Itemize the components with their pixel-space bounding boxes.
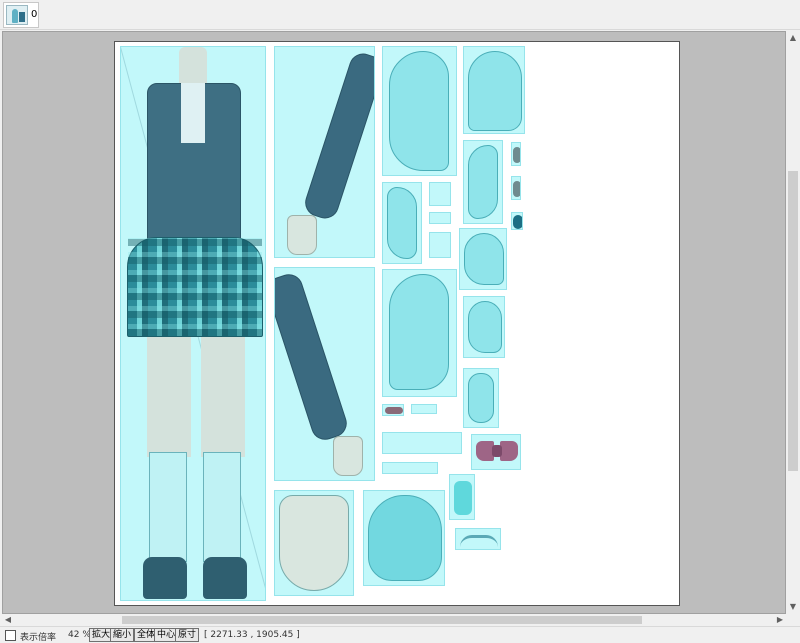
part-brow[interactable] <box>411 404 437 414</box>
part-iris-1[interactable] <box>511 142 521 166</box>
part-eye-lash[interactable] <box>429 232 451 258</box>
part-hair-6[interactable] <box>382 269 457 397</box>
part-hair-8[interactable] <box>463 368 499 428</box>
part-hair-1[interactable] <box>382 46 457 176</box>
part-body[interactable] <box>120 46 266 601</box>
part-ribbon[interactable] <box>471 434 521 470</box>
part-eye-lid[interactable] <box>429 212 451 224</box>
zoom-out-button[interactable]: 縮小 <box>110 628 135 642</box>
zoom-lock-checkbox[interactable] <box>5 630 16 641</box>
sleeve <box>301 49 374 223</box>
horizontal-scrollbar[interactable]: ◀ ▶ <box>2 614 800 626</box>
part-face[interactable] <box>274 490 354 596</box>
right-leg <box>201 337 245 457</box>
cursor-coordinates: [ 2271.33 , 1905.45 ] <box>204 630 300 640</box>
canvas-viewport[interactable] <box>2 31 786 614</box>
part-hair-2[interactable] <box>463 46 525 134</box>
plaid-skirt <box>127 237 263 337</box>
right-sock <box>203 452 241 562</box>
tab-thumbnail-icon <box>6 5 28 25</box>
texture-canvas[interactable] <box>114 41 680 606</box>
vertical-scroll-thumb[interactable] <box>788 171 798 471</box>
part-arm-lower[interactable] <box>274 267 375 481</box>
app-window: 0 ▲ ▼ ◀ ▶ 表示倍率 42 % 拡大 縮小 全体 中心 原寸 [227… <box>0 0 800 643</box>
left-sock <box>149 452 187 562</box>
part-bow-green[interactable] <box>449 474 475 520</box>
hand <box>287 215 317 255</box>
part-arm-upper[interactable] <box>274 46 375 258</box>
status-bar: 表示倍率 42 % 拡大 縮小 全体 中心 原寸 [ 2271.33 , 190… <box>0 626 800 643</box>
part-mouth[interactable] <box>382 404 404 416</box>
left-leg <box>147 337 191 457</box>
vertical-scrollbar[interactable]: ▲ ▼ <box>786 31 800 614</box>
part-hair-4[interactable] <box>382 182 422 264</box>
scroll-right-icon[interactable]: ▶ <box>774 614 786 626</box>
tab-label: 0 <box>31 9 38 20</box>
part-eye-white[interactable] <box>429 182 451 206</box>
left-shoe <box>143 557 187 599</box>
shirt-collar <box>181 83 205 143</box>
document-tab-strip: 0 <box>0 0 800 30</box>
horizontal-scroll-thumb[interactable] <box>122 616 642 624</box>
sleeve-2 <box>275 270 351 444</box>
zoom-value: 42 % <box>68 630 91 640</box>
head-back-hair <box>368 495 442 581</box>
part-pupil[interactable] <box>511 212 523 230</box>
hand-2 <box>333 436 363 476</box>
scroll-up-icon[interactable]: ▲ <box>786 31 800 45</box>
part-headband[interactable] <box>455 528 501 550</box>
actual-size-button[interactable]: 原寸 <box>175 628 200 642</box>
right-shoe <box>203 557 247 599</box>
face-shape <box>279 495 349 591</box>
part-blush[interactable] <box>382 432 462 454</box>
part-head-back[interactable] <box>363 490 445 586</box>
part-iris-2[interactable] <box>511 176 521 200</box>
part-hair-3[interactable] <box>463 140 503 224</box>
part-hair-7[interactable] <box>463 296 505 358</box>
part-hair-5[interactable] <box>459 228 507 290</box>
zoom-label: 表示倍率 <box>20 633 57 643</box>
scroll-down-icon[interactable]: ▼ <box>786 600 800 614</box>
scroll-left-icon[interactable]: ◀ <box>2 614 14 626</box>
document-tab[interactable]: 0 <box>3 2 39 28</box>
part-eyes-closed[interactable] <box>382 462 438 474</box>
